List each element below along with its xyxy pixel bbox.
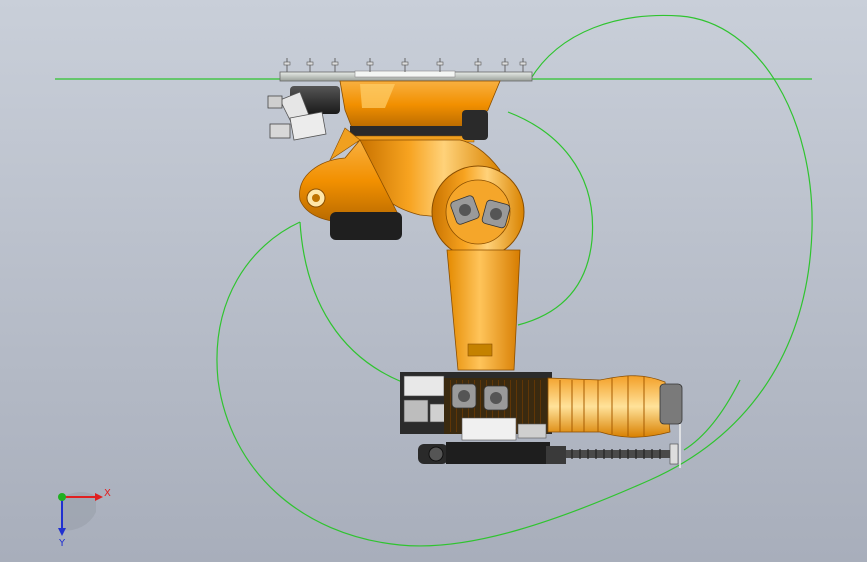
forearm [400,372,683,441]
y-axis-label: Y [58,538,66,549]
coordinate-triad-icon: X Y [58,488,111,549]
mounting-plate [279,58,533,82]
upper-arm [446,249,521,371]
cad-viewport[interactable]: X Y [0,0,867,562]
shoulder-joint [431,165,525,259]
robot-base [339,80,501,143]
axis1-motor [267,86,340,141]
axis3-motor-right [483,385,509,411]
axis3-motor-left [451,383,477,409]
robot-scene: X Y [55,14,813,549]
inner-reach-curve [299,221,411,386]
wrist-sweep-curve [683,379,741,451]
x-axis-label: X [104,488,111,499]
